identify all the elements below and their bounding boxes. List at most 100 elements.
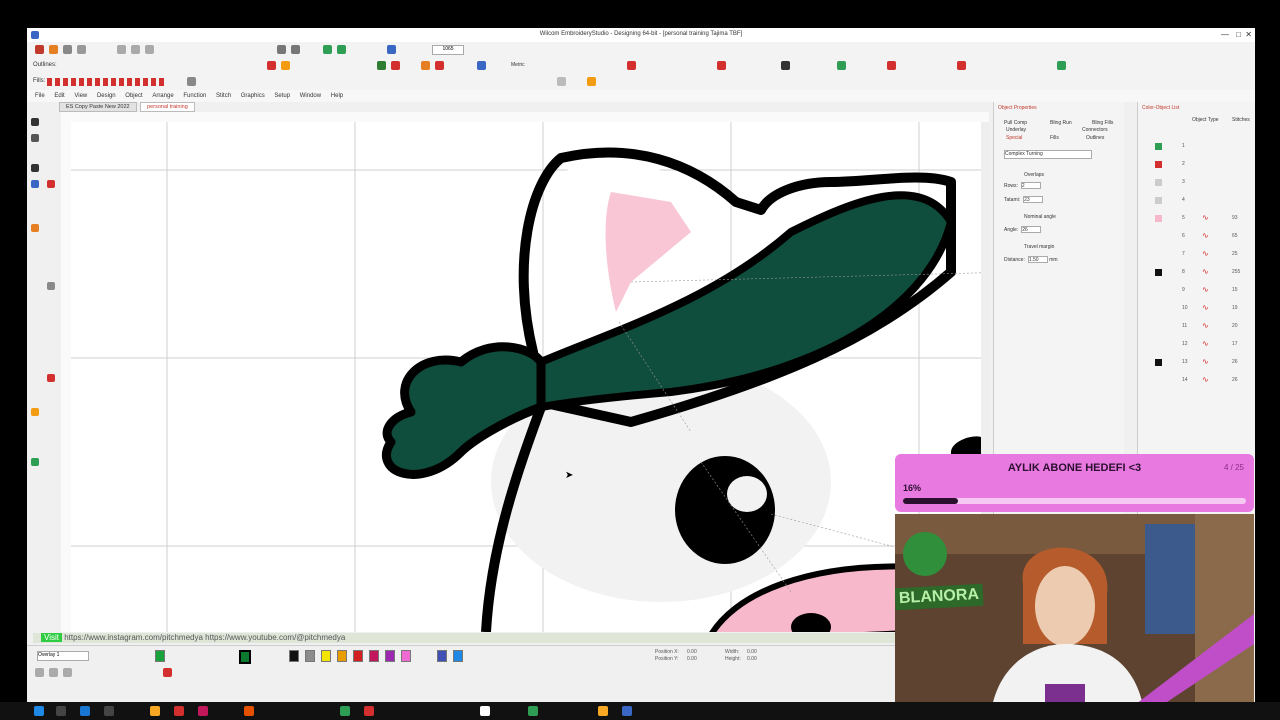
- object-row[interactable]: 14 ∿ 26: [1152, 375, 1252, 386]
- paste-icon[interactable]: [145, 45, 154, 54]
- rows-value[interactable]: 2: [1020, 182, 1041, 189]
- object-row[interactable]: 11 ∿ 20: [1152, 321, 1252, 332]
- menu-design[interactable]: Design: [97, 93, 116, 99]
- illustrator-icon[interactable]: [244, 706, 254, 716]
- copy-icon[interactable]: [131, 45, 140, 54]
- design-canvas[interactable]: ➤: [71, 122, 981, 632]
- zoom-field[interactable]: 1065: [432, 45, 464, 55]
- grid-icon[interactable]: [477, 61, 486, 70]
- color-chip[interactable]: [369, 650, 379, 662]
- save-alt-icon[interactable]: [957, 61, 966, 70]
- object-row[interactable]: 4: [1152, 196, 1252, 206]
- object-row[interactable]: 13 ∿ 26: [1152, 357, 1252, 368]
- reshape-icon[interactable]: [31, 134, 39, 142]
- travel-icon[interactable]: [323, 45, 332, 54]
- digitize-icon[interactable]: [47, 180, 55, 188]
- menu-graphics[interactable]: Graphics: [241, 93, 265, 99]
- redo-icon[interactable]: [291, 45, 300, 54]
- slow-redraw-icon[interactable]: [387, 45, 396, 54]
- object-row[interactable]: 6 ∿ 65: [1152, 231, 1252, 242]
- explorer-icon[interactable]: [150, 706, 160, 716]
- undo-icon[interactable]: [277, 45, 286, 54]
- tab-underlay[interactable]: Underlay: [1006, 127, 1026, 133]
- angle-value[interactable]: 26: [1021, 226, 1042, 233]
- view-icon[interactable]: [35, 668, 44, 677]
- tab-special[interactable]: Special: [1006, 135, 1022, 141]
- taskbar-app-icon[interactable]: [598, 706, 608, 716]
- text-icon[interactable]: [31, 164, 39, 172]
- view-icon[interactable]: [63, 668, 72, 677]
- object-row[interactable]: 10 ∿ 19: [1152, 303, 1252, 314]
- view-icon[interactable]: [163, 668, 172, 677]
- pencil-icon[interactable]: [267, 61, 276, 70]
- position-y-value[interactable]: 0.00: [687, 656, 697, 662]
- object-row[interactable]: 2: [1152, 160, 1252, 170]
- menu-function[interactable]: Function: [183, 93, 206, 99]
- circle-icon[interactable]: [47, 282, 55, 290]
- shape-icon[interactable]: [391, 61, 400, 70]
- menu-file[interactable]: File: [35, 93, 45, 99]
- cut-icon[interactable]: [117, 45, 126, 54]
- stop-icon[interactable]: [627, 61, 636, 70]
- align-icon[interactable]: [837, 61, 846, 70]
- stitch-types-strip[interactable]: [47, 78, 167, 86]
- color-wheel-icon[interactable]: [31, 224, 39, 232]
- color-chip[interactable]: [337, 650, 347, 662]
- menu-object[interactable]: Object: [125, 93, 142, 99]
- menu-arrange[interactable]: Arrange: [152, 93, 173, 99]
- lock-icon[interactable]: [587, 77, 596, 86]
- tab-bling-fills[interactable]: Bling Fills: [1092, 120, 1113, 126]
- object-row[interactable]: 8 ∿ 255: [1152, 267, 1252, 278]
- color-chip[interactable]: [305, 650, 315, 662]
- print-icon[interactable]: [77, 45, 86, 54]
- edge-icon[interactable]: [80, 706, 90, 716]
- object-row[interactable]: 5 ∿ 93: [1152, 213, 1252, 224]
- menu-stitch[interactable]: Stitch: [216, 93, 231, 99]
- close-icon[interactable]: ✕: [1245, 30, 1252, 39]
- color-chip-selected[interactable]: [239, 650, 251, 664]
- taskbar-app-icon[interactable]: [480, 706, 490, 716]
- spotify-icon[interactable]: [340, 706, 350, 716]
- wilcom-icon[interactable]: [622, 706, 632, 716]
- tab-fills[interactable]: Fills: [1050, 135, 1059, 141]
- menu-window[interactable]: Window: [300, 93, 321, 99]
- color-chip[interactable]: [385, 650, 395, 662]
- tab-personal-training[interactable]: personal training: [140, 102, 195, 112]
- bucket-icon[interactable]: [1057, 61, 1066, 70]
- color-chip[interactable]: [289, 650, 299, 662]
- maximize-icon[interactable]: □: [1236, 30, 1241, 39]
- view-icon[interactable]: [49, 668, 58, 677]
- angle-field[interactable]: Angle: 26: [1004, 226, 1042, 233]
- color-chip[interactable]: [437, 650, 447, 662]
- tab-outlines[interactable]: Outlines: [1086, 135, 1104, 141]
- object-row[interactable]: 7 ∿ 25: [1152, 249, 1252, 260]
- menu-view[interactable]: View: [74, 93, 87, 99]
- color-chip[interactable]: [155, 650, 165, 662]
- width-value[interactable]: 0.00: [747, 649, 757, 655]
- select-arrow-icon[interactable]: [31, 118, 39, 126]
- object-row[interactable]: 3: [1152, 178, 1252, 188]
- trim-icon[interactable]: [887, 61, 896, 70]
- taskbar-app-icon[interactable]: [528, 706, 538, 716]
- brush-icon[interactable]: [281, 61, 290, 70]
- menu-help[interactable]: Help: [331, 93, 343, 99]
- color-chip[interactable]: [321, 650, 331, 662]
- new-icon[interactable]: [35, 45, 44, 54]
- design-dropdown[interactable]: Overlay 1: [37, 651, 89, 661]
- metric-label[interactable]: Metric: [511, 62, 525, 68]
- rows-field[interactable]: Rows: 2: [1004, 182, 1041, 189]
- object-row[interactable]: 12 ∿ 17: [1152, 339, 1252, 350]
- info-icon[interactable]: [781, 61, 790, 70]
- tab-pull-comp[interactable]: Pull Comp: [1004, 120, 1027, 126]
- color-chip[interactable]: [453, 650, 463, 662]
- monogram-icon[interactable]: [31, 180, 39, 188]
- function-icon[interactable]: [717, 61, 726, 70]
- stitch-player-icon[interactable]: [337, 45, 346, 54]
- start-icon[interactable]: [34, 706, 44, 716]
- task-view-icon[interactable]: [56, 706, 66, 716]
- color-chip[interactable]: [401, 650, 411, 662]
- color-chip[interactable]: [353, 650, 363, 662]
- save-icon[interactable]: [63, 45, 72, 54]
- minimize-icon[interactable]: —: [1221, 30, 1229, 39]
- menu-setup[interactable]: Setup: [274, 93, 290, 99]
